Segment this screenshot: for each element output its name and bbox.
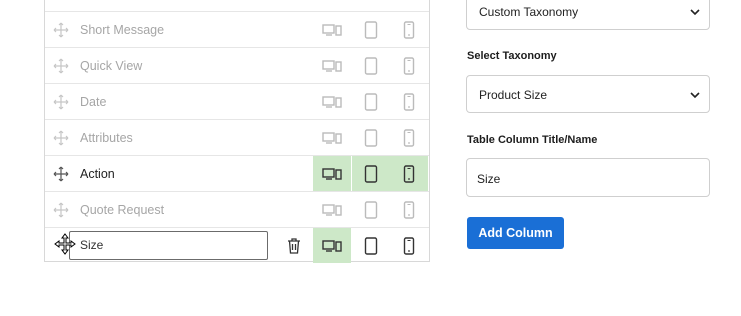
column-type-value: Custom Taxonomy [479,5,579,19]
tablet-icon[interactable] [352,228,390,263]
drag-handle-icon[interactable] [53,130,69,146]
desktop-icon[interactable] [313,48,351,83]
table-row: Quick View [45,48,429,84]
tablet-icon[interactable] [352,84,390,119]
drag-handle-icon[interactable] [53,166,69,182]
drag-handle-icon[interactable] [53,94,69,110]
desktop-icon[interactable] [313,156,351,191]
tablet-icon[interactable] [352,12,390,47]
desktop-icon[interactable] [313,84,351,119]
drag-handle-icon[interactable] [53,58,69,74]
desktop-icon[interactable] [313,0,351,12]
taxonomy-label: Select Taxonomy [467,50,557,62]
table-row: Short Message [45,12,429,48]
chevron-down-icon [690,92,700,99]
tablet-icon[interactable] [352,48,390,83]
column-type-select[interactable]: Custom Taxonomy [466,0,710,30]
table-row: Date [45,84,429,120]
table-row: Quote Request [45,192,429,228]
mobile-icon[interactable] [390,48,428,83]
mobile-icon[interactable] [390,12,428,47]
trash-icon[interactable] [285,237,303,255]
move-cursor-icon [54,233,76,255]
columns-table: Short Message Quick View Date Attributes… [44,0,430,264]
column-label: Attributes [80,131,133,145]
column-label: Date [80,95,107,109]
column-title-input[interactable]: Size [466,158,710,197]
table-row-partial [45,0,429,12]
add-column-button[interactable]: Add Column [467,217,564,249]
column-label: Quick View [80,59,143,73]
column-label: Quote Request [80,203,165,217]
drag-handle-icon[interactable] [53,22,69,38]
desktop-icon[interactable] [313,228,351,263]
column-label: Action [80,167,115,181]
desktop-icon[interactable] [313,192,351,227]
table-row: Attributes [45,120,429,156]
mobile-icon[interactable] [390,84,428,119]
table-row-new: Size [45,228,429,264]
mobile-icon[interactable] [390,156,428,191]
taxonomy-value: Product Size [479,88,548,102]
mobile-icon[interactable] [390,120,428,155]
column-title-label: Table Column Title/Name [467,134,598,146]
column-label: Short Message [80,23,165,37]
desktop-icon[interactable] [313,120,351,155]
table-row: Action [45,156,429,192]
taxonomy-select[interactable]: Product Size [466,75,710,113]
column-name-input[interactable]: Size [69,231,268,260]
chevron-down-icon [690,9,700,16]
tablet-icon[interactable] [352,156,390,191]
mobile-icon[interactable] [390,228,428,263]
desktop-icon[interactable] [313,12,351,47]
tablet-icon[interactable] [352,120,390,155]
tablet-icon[interactable] [352,192,390,227]
drag-handle-icon[interactable] [53,202,69,218]
mobile-icon[interactable] [390,192,428,227]
